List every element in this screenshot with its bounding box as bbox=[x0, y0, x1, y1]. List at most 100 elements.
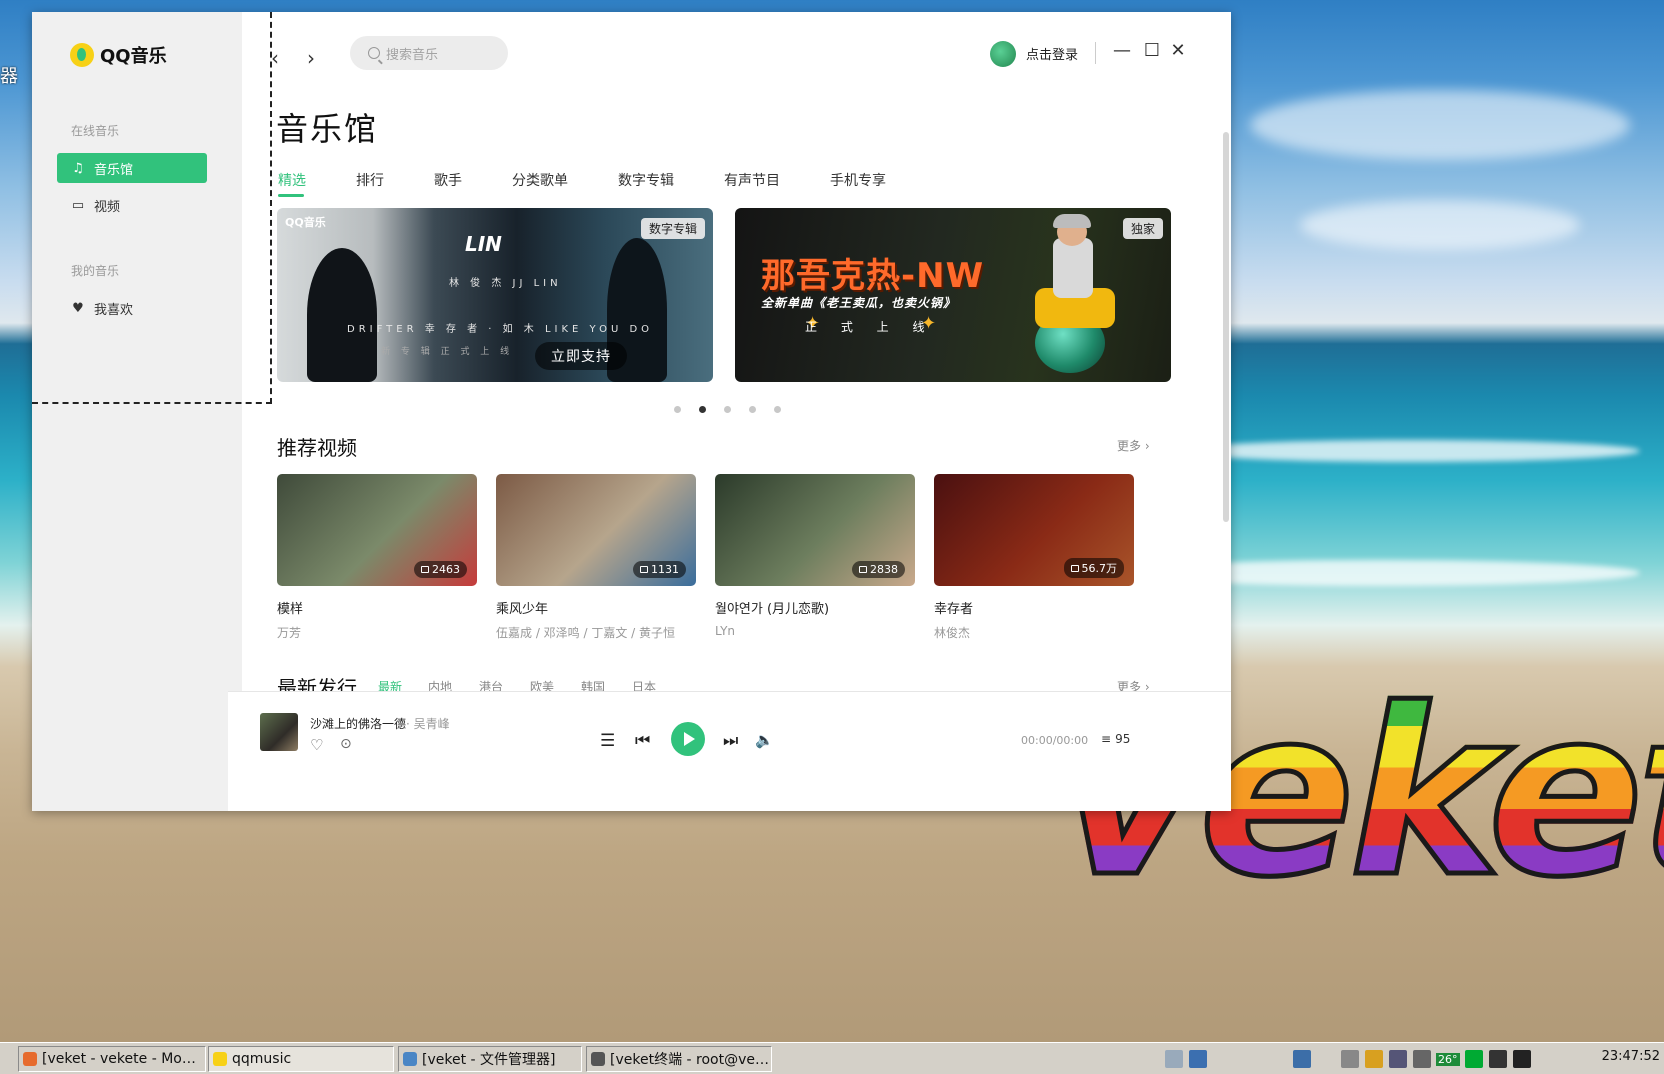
video-thumbnail[interactable]: 56.7万 bbox=[934, 474, 1134, 586]
taskbar-task[interactable]: [veket - vekete - Mo… bbox=[18, 1046, 206, 1072]
video-title[interactable]: 乘风少年 bbox=[496, 598, 696, 617]
video-thumbnail[interactable]: 1131 bbox=[496, 474, 696, 586]
sidebar-item-video[interactable]: ▭ 视频 bbox=[57, 190, 207, 220]
play-button[interactable] bbox=[671, 722, 705, 756]
banner-digital-album[interactable]: QQ音乐 LIN 林 俊 杰 JJ LIN DRIFTER 幸 存 者 · 如 … bbox=[277, 208, 713, 382]
play-count-badge: 2463 bbox=[414, 561, 467, 578]
video-thumbnail[interactable]: 2463 bbox=[277, 474, 477, 586]
video-title[interactable]: 幸存者 bbox=[934, 598, 1134, 617]
tab-singers[interactable]: 歌手 bbox=[434, 170, 462, 190]
video-title[interactable]: 월야연가 (月儿恋歌) bbox=[715, 598, 915, 617]
carousel-dot[interactable] bbox=[749, 406, 756, 413]
volume-icon[interactable]: 🔈 bbox=[755, 731, 774, 749]
video-card[interactable]: 56.7万幸存者林俊杰 bbox=[934, 474, 1134, 641]
previous-track-icon[interactable]: ⏮ bbox=[635, 731, 650, 751]
carousel-dot[interactable] bbox=[674, 406, 681, 413]
play-count-badge: 56.7万 bbox=[1063, 558, 1124, 578]
volume-icon[interactable] bbox=[1512, 1050, 1531, 1068]
taskbar-task[interactable]: [veket终端 - root@ve… bbox=[586, 1046, 772, 1072]
video-card[interactable]: 2838 월야연가 (月儿恋歌) LYn bbox=[715, 474, 915, 638]
app-icon bbox=[23, 1052, 37, 1066]
video-artist[interactable]: 林俊杰 bbox=[934, 624, 1134, 641]
wave-foam bbox=[1180, 440, 1640, 462]
section-title-recommended-videos: 推荐视频 bbox=[277, 436, 357, 460]
tab-ranking[interactable]: 排行 bbox=[356, 170, 384, 190]
keyboard-icon[interactable] bbox=[1341, 1050, 1359, 1068]
video-icon bbox=[640, 566, 648, 573]
video-icon bbox=[859, 566, 867, 573]
play-count: 2463 bbox=[432, 563, 460, 576]
carousel-dot[interactable] bbox=[724, 406, 731, 413]
avatar[interactable] bbox=[990, 41, 1016, 67]
speaker-icon[interactable] bbox=[1413, 1050, 1431, 1068]
task-label: [veket - vekete - Mo… bbox=[42, 1051, 196, 1067]
next-track-icon[interactable]: ⏭ bbox=[723, 731, 738, 751]
playlist-icon: ≡ bbox=[1101, 732, 1112, 746]
banner-title: 那吾克热-NW bbox=[761, 256, 985, 296]
disk-icon[interactable] bbox=[1165, 1050, 1183, 1068]
video-card[interactable]: 2463 模样万芳 bbox=[277, 474, 477, 641]
more-videos-link[interactable]: 更多 › bbox=[1117, 437, 1150, 454]
carousel-dot[interactable] bbox=[699, 406, 706, 413]
database-icon[interactable] bbox=[1365, 1050, 1383, 1068]
carousel-dot[interactable] bbox=[774, 406, 781, 413]
page-title: 音乐馆 bbox=[276, 110, 379, 148]
tab-digital-albums[interactable]: 数字专辑 bbox=[618, 170, 674, 190]
play-count-badge: 2838 bbox=[852, 561, 905, 578]
sidebar-item-label: 音乐馆 bbox=[94, 162, 134, 178]
login-link[interactable]: 点击登录 bbox=[1026, 44, 1078, 63]
video-card[interactable]: 1131 乘风少年伍嘉成 / 邓泽鸣 / 丁嘉文 / 黄子恒 bbox=[496, 474, 696, 641]
sidebar-item-music-hall[interactable]: ♫ 音乐馆 bbox=[57, 153, 207, 183]
tab-featured[interactable]: 精选 bbox=[278, 170, 306, 190]
forward-button[interactable]: › bbox=[302, 48, 320, 68]
taskbar-task[interactable]: [veket - 文件管理器] bbox=[398, 1046, 582, 1072]
cpu-monitor-icon[interactable] bbox=[1464, 1050, 1483, 1068]
tab-playlists[interactable]: 分类歌单 bbox=[512, 170, 568, 190]
cloud bbox=[1250, 90, 1630, 160]
tab-audio-programs[interactable]: 有声节目 bbox=[724, 170, 780, 190]
qqmusic-window: QQ音乐 在线音乐 ♫ 音乐馆 ▭ 视频 我的音乐 ♥ 我喜欢 ‹ › 搜索音乐… bbox=[32, 12, 1231, 811]
qqmusic-tray-icon[interactable] bbox=[1293, 1050, 1311, 1068]
video-title[interactable]: 模样 bbox=[277, 598, 477, 617]
maximize-button[interactable]: ☐ bbox=[1142, 40, 1162, 62]
more-icon[interactable]: ⊙ bbox=[340, 736, 352, 752]
scrollbar[interactable] bbox=[1223, 132, 1229, 522]
video-thumbnail[interactable]: 2838 bbox=[715, 474, 915, 586]
clipboard-icon[interactable] bbox=[1488, 1050, 1507, 1068]
video-artist[interactable]: LYn bbox=[715, 624, 915, 638]
app-name: QQ音乐 bbox=[100, 46, 167, 67]
video-artist[interactable]: 伍嘉成 / 邓泽鸣 / 丁嘉文 / 黄子恒 bbox=[496, 624, 696, 641]
sidebar-item-favorites[interactable]: ♥ 我喜欢 bbox=[57, 293, 207, 323]
search-input[interactable]: 搜索音乐 bbox=[350, 36, 508, 70]
window-icon[interactable] bbox=[1189, 1050, 1207, 1068]
system-tray: 26° bbox=[1162, 1047, 1534, 1071]
banner-logo: LIN bbox=[465, 232, 502, 256]
tab-mobile-exclusive[interactable]: 手机专享 bbox=[830, 170, 886, 190]
search-placeholder: 搜索音乐 bbox=[386, 47, 439, 63]
close-button[interactable]: ✕ bbox=[1168, 40, 1188, 62]
player-bar: 沙滩上的佛洛一德 · 吴青峰 ♡ ⊙ ☰ ⏮ ⏭ 🔈 00:00/00:00 ≡… bbox=[228, 691, 1231, 811]
banner-artist-image bbox=[307, 248, 377, 382]
heart-outline-icon[interactable]: ♡ bbox=[310, 736, 323, 754]
now-playing-title[interactable]: 沙滩上的佛洛一德 bbox=[310, 715, 406, 732]
temperature-indicator[interactable]: 26° bbox=[1436, 1052, 1460, 1066]
clock[interactable]: 23:47:52 bbox=[1602, 1049, 1660, 1064]
cloud bbox=[1300, 200, 1580, 250]
video-artist[interactable]: 万芳 bbox=[277, 624, 477, 641]
app-icon bbox=[213, 1052, 227, 1066]
sidebar-section-my-music: 我的音乐 bbox=[71, 264, 120, 278]
minimize-button[interactable]: — bbox=[1112, 40, 1132, 62]
back-button[interactable]: ‹ bbox=[266, 48, 284, 68]
taskbar-task[interactable]: qqmusic bbox=[208, 1046, 394, 1072]
now-playing-artist[interactable]: · 吴青峰 bbox=[406, 715, 450, 732]
album-cover[interactable] bbox=[260, 713, 298, 751]
playlist-button[interactable]: ≡ 95 bbox=[1101, 732, 1130, 746]
banner-exclusive[interactable]: 那吾克热-NW 全新单曲《老王卖瓜，也卖火锅》 ✦ 正 式 上 线 ✦ 独家 bbox=[735, 208, 1171, 382]
desktop-icon-label[interactable]: 器 bbox=[0, 62, 18, 88]
network-icon[interactable] bbox=[1389, 1050, 1407, 1068]
task-label: [veket - 文件管理器] bbox=[422, 1052, 556, 1068]
sidebar: QQ音乐 在线音乐 ♫ 音乐馆 ▭ 视频 我的音乐 ♥ 我喜欢 bbox=[32, 12, 242, 811]
support-button[interactable]: 立即支持 bbox=[535, 342, 627, 370]
play-count: 2838 bbox=[870, 563, 898, 576]
playlist-mode-icon[interactable]: ☰ bbox=[600, 731, 615, 751]
